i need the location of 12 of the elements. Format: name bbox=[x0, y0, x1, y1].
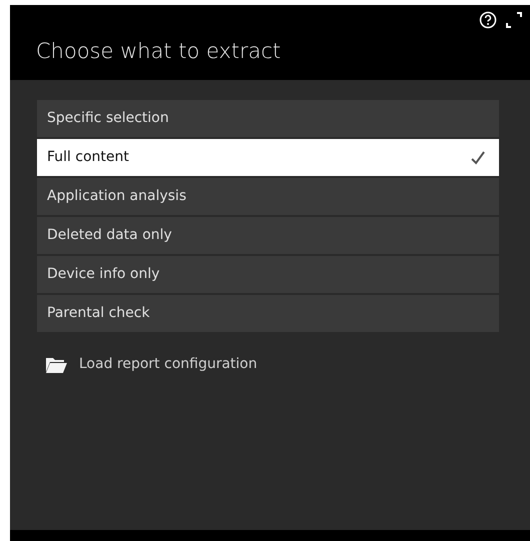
option-item[interactable]: Application analysis bbox=[37, 178, 499, 215]
option-item[interactable]: Full content bbox=[37, 139, 499, 176]
option-item[interactable]: Specific selection bbox=[37, 100, 499, 137]
help-icon[interactable] bbox=[479, 11, 497, 29]
load-configuration-link[interactable]: Load report configuration bbox=[45, 354, 503, 375]
option-item[interactable]: Parental check bbox=[37, 295, 499, 332]
option-item[interactable]: Deleted data only bbox=[37, 217, 499, 254]
folder-icon bbox=[45, 356, 67, 374]
checkmark-icon bbox=[471, 150, 485, 164]
expand-icon[interactable] bbox=[506, 12, 522, 28]
dialog-title: Choose what to extract bbox=[36, 41, 281, 62]
option-item[interactable]: Device info only bbox=[37, 256, 499, 293]
